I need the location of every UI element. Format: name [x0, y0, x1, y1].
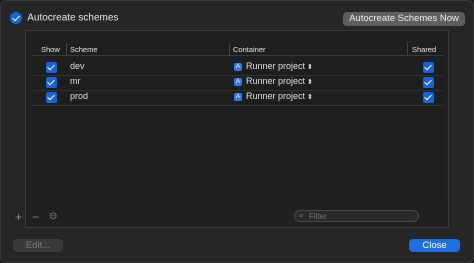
autocreate-schemes-toggle[interactable]: Autocreate schemes	[10, 12, 118, 24]
project-icon: A	[234, 92, 242, 101]
table-row[interactable]: mr A Runner project ⬍	[31, 75, 443, 91]
show-checkbox[interactable]	[46, 62, 57, 73]
close-button[interactable]: Close	[409, 239, 460, 252]
autocreate-checkbox[interactable]	[10, 12, 22, 24]
column-header-scheme[interactable]: Scheme	[70, 45, 98, 54]
autocreate-label: Autocreate schemes	[27, 12, 119, 24]
column-header-show[interactable]: Show	[41, 45, 60, 54]
container-popup[interactable]: A Runner project ⬍	[234, 76, 313, 86]
table-header: Show Scheme Container Shared	[31, 43, 443, 56]
chevron-updown-icon: ⬍	[307, 64, 313, 71]
shared-checkbox[interactable]	[423, 92, 434, 103]
plus-icon[interactable]: +	[15, 210, 22, 224]
column-divider	[66, 43, 67, 55]
column-header-shared[interactable]: Shared	[412, 45, 436, 54]
chevron-updown-icon: ⬍	[307, 94, 313, 101]
column-divider	[229, 43, 230, 55]
autocreate-schemes-now-button[interactable]: Autocreate Schemes Now	[343, 12, 465, 26]
table-row[interactable]: dev A Runner project ⬍	[31, 60, 443, 76]
table-row[interactable]: prod A Runner project ⬍	[31, 90, 443, 106]
ellipsis-circle-icon[interactable]: ⊝	[49, 211, 57, 222]
container-popup[interactable]: A Runner project ⬍	[234, 61, 313, 71]
container-label: Runner project	[246, 61, 306, 71]
project-icon: A	[234, 77, 242, 86]
container-label: Runner project	[246, 91, 306, 101]
shared-checkbox[interactable]	[423, 77, 434, 88]
filter-input[interactable]	[309, 211, 409, 221]
scheme-name: prod	[70, 91, 89, 101]
scheme-name: dev	[70, 61, 85, 71]
schemes-panel: Show Scheme Container Shared dev A Runner…	[25, 30, 449, 228]
show-checkbox[interactable]	[46, 92, 57, 103]
scheme-name: mr	[70, 76, 81, 86]
container-label: Runner project	[246, 76, 306, 86]
chevron-updown-icon: ⬍	[307, 79, 313, 86]
schemes-table: Show Scheme Container Shared dev A Runner…	[31, 43, 443, 203]
edit-button[interactable]: Edit...	[13, 239, 63, 252]
container-popup[interactable]: A Runner project ⬍	[234, 91, 313, 101]
project-icon: A	[234, 62, 242, 71]
top-bar: Autocreate schemes Autocreate Schemes No…	[10, 10, 465, 26]
manage-schemes-sheet: Autocreate schemes Autocreate Schemes No…	[0, 0, 474, 263]
show-checkbox[interactable]	[46, 77, 57, 88]
search-icon: ⌕	[299, 211, 304, 220]
column-divider	[407, 43, 408, 55]
filter-field[interactable]: ⌕	[294, 210, 419, 222]
minus-icon[interactable]: −	[32, 210, 39, 224]
shared-checkbox[interactable]	[423, 62, 434, 73]
column-header-container[interactable]: Container	[233, 45, 266, 54]
